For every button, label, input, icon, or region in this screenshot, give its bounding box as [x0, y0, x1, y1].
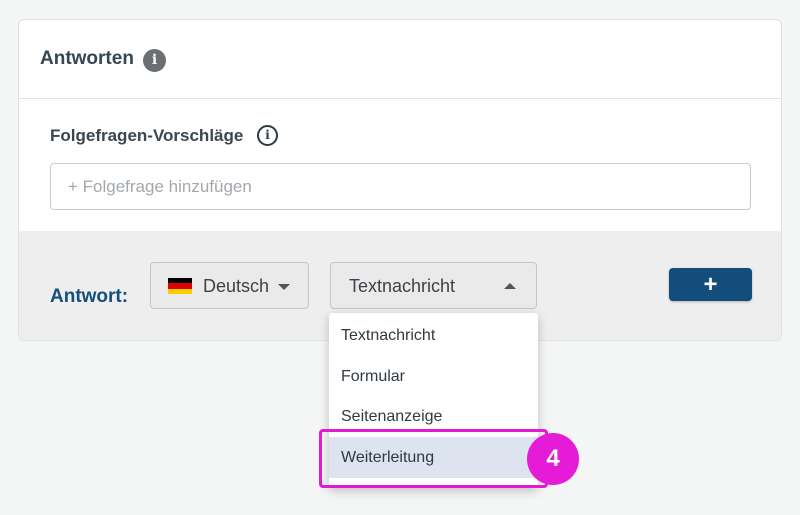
- language-select-value: Deutsch: [203, 276, 270, 296]
- step-badge: 4: [527, 433, 579, 485]
- info-outline-icon[interactable]: i: [257, 125, 278, 146]
- answer-label: Antwort:: [50, 286, 129, 307]
- dropdown-item-formular[interactable]: Formular: [329, 356, 538, 397]
- language-select[interactable]: Deutsch: [150, 262, 309, 309]
- highlight-box: [319, 429, 548, 488]
- page: Antworten i Folgefragen-Vorschläge i Ant…: [0, 0, 800, 515]
- info-icon[interactable]: i: [143, 49, 166, 72]
- germany-flag-icon: [168, 278, 192, 294]
- followups-label: Folgefragen-Vorschläge: [50, 126, 244, 145]
- chevron-up-icon: [504, 283, 516, 289]
- answer-type-select-value: Textnachricht: [349, 276, 456, 296]
- card-title: Antworten: [40, 48, 134, 69]
- dropdown-item-textnachricht[interactable]: Textnachricht: [329, 315, 538, 356]
- chevron-down-icon: [278, 284, 290, 290]
- followup-input[interactable]: [50, 163, 751, 210]
- add-answer-button[interactable]: +: [669, 268, 752, 301]
- answers-card: Antworten i Folgefragen-Vorschläge i Ant…: [18, 19, 782, 341]
- answer-type-select[interactable]: Textnachricht: [330, 262, 537, 309]
- card-header: Antworten i: [19, 20, 781, 99]
